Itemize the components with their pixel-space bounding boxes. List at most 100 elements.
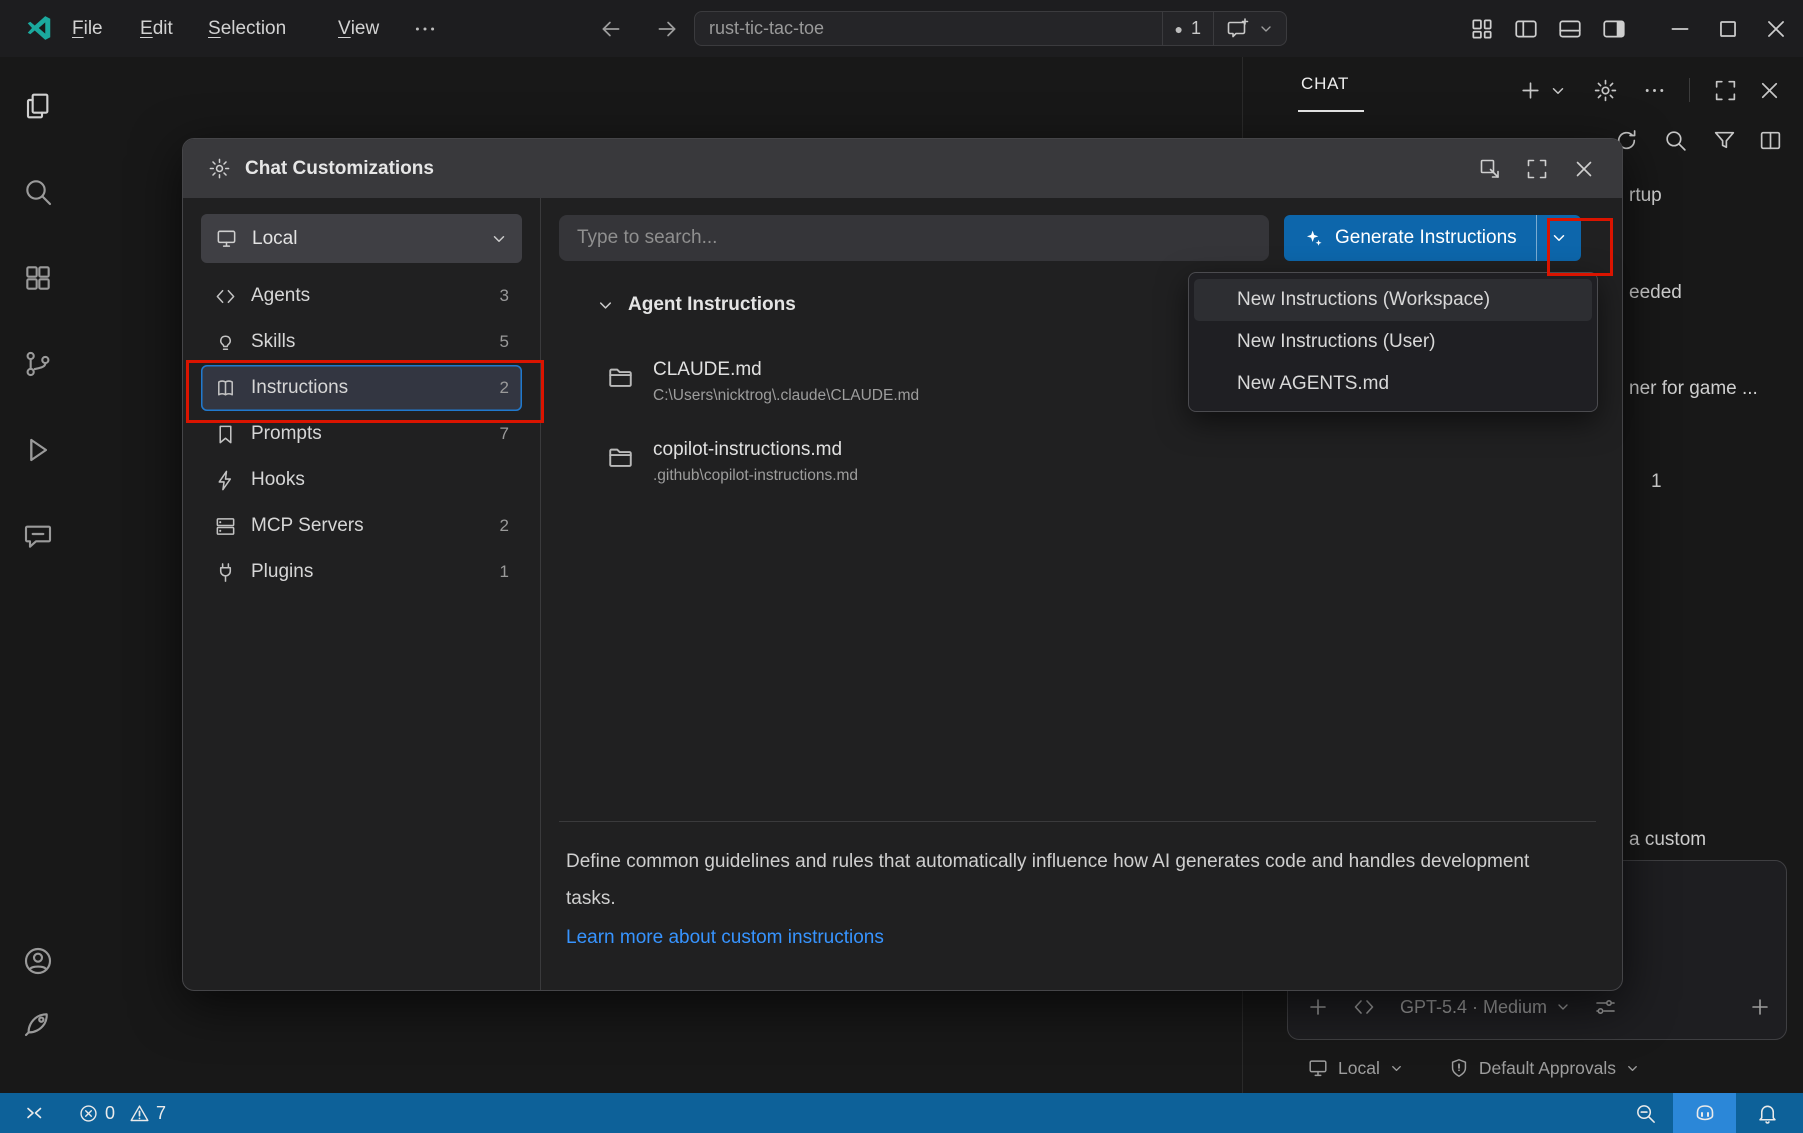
new-chat-icon[interactable] xyxy=(1518,78,1543,103)
sidebar-item-prompts[interactable]: Prompts 7 xyxy=(201,411,522,457)
title-bar: File Edit Selection View rust-tic-tac-to… xyxy=(0,0,1803,57)
chat-customizations-dialog: Chat Customizations Local Agents xyxy=(182,138,1623,991)
dialog-close-icon[interactable] xyxy=(1572,157,1596,181)
new-chat-dropdown-icon[interactable] xyxy=(1549,82,1567,100)
remote-window-icon[interactable] xyxy=(22,1101,46,1125)
menu-view[interactable]: View xyxy=(338,0,379,57)
window-close-icon[interactable] xyxy=(1763,16,1789,42)
tab-chat[interactable]: CHAT xyxy=(1301,74,1349,94)
copilot-status[interactable] xyxy=(1673,1093,1736,1133)
clipped-text-fragment: a custom xyxy=(1629,829,1706,851)
code-icon xyxy=(214,285,237,308)
folder-icon xyxy=(606,363,635,392)
sidebar-item-mcp-servers[interactable]: MCP Servers 2 xyxy=(201,503,522,549)
toggle-panel-icon[interactable] xyxy=(1557,16,1583,42)
zoom-status-icon[interactable] xyxy=(1634,1102,1657,1125)
sidebar-item-hooks[interactable]: Hooks xyxy=(201,457,522,503)
approvals-picker[interactable]: Default Approvals xyxy=(1479,1058,1616,1079)
window-minimize-icon[interactable] xyxy=(1667,16,1693,42)
chat-search-icon[interactable] xyxy=(1663,128,1688,153)
monitor-icon xyxy=(1307,1057,1329,1079)
menu-file[interactable]: File xyxy=(72,0,103,57)
item-count: 2 xyxy=(500,378,509,398)
command-center-badge[interactable]: ● 1 xyxy=(1162,12,1213,45)
instruction-file-row[interactable]: CLAUDE.md C:\Users\nicktrog\.claude\CLAU… xyxy=(606,358,919,406)
generate-instructions-button[interactable]: Generate Instructions xyxy=(1284,215,1536,261)
generate-instructions-dropdown-button[interactable] xyxy=(1536,215,1581,261)
sparkle-icon xyxy=(1303,228,1324,249)
run-debug-icon[interactable] xyxy=(22,434,54,466)
chat-filter-icon[interactable] xyxy=(1712,128,1737,153)
toggle-secondary-sidebar-icon[interactable] xyxy=(1601,16,1627,42)
chevron-down-icon xyxy=(490,230,508,248)
model-settings-icon[interactable] xyxy=(1593,995,1617,1019)
customize-layout-icon[interactable] xyxy=(1469,16,1495,42)
chevron-down-icon xyxy=(1625,1061,1640,1076)
warning-icon xyxy=(129,1103,150,1124)
toggle-primary-sidebar-icon[interactable] xyxy=(1513,16,1539,42)
rocket-icon[interactable] xyxy=(22,1007,54,1039)
extensions-icon[interactable] xyxy=(22,262,54,294)
chat-close-icon[interactable] xyxy=(1757,78,1782,103)
sidebar-item-agents[interactable]: Agents 3 xyxy=(201,273,522,319)
plug-icon xyxy=(214,561,237,584)
tab-active-underline xyxy=(1298,110,1364,112)
problems-status[interactable]: 0 7 xyxy=(78,1103,166,1124)
explorer-icon[interactable] xyxy=(22,90,54,122)
chat-maximize-icon[interactable] xyxy=(1713,78,1738,103)
window-maximize-icon[interactable] xyxy=(1715,16,1741,42)
command-center-chat[interactable] xyxy=(1213,12,1286,45)
dialog-title: Chat Customizations xyxy=(245,158,434,180)
chat-icon[interactable] xyxy=(22,520,54,552)
file-name: copilot-instructions.md xyxy=(653,438,858,462)
search-input[interactable] xyxy=(559,215,1269,261)
menu-more-icon[interactable] xyxy=(412,16,438,42)
sidebar-item-label: Prompts xyxy=(251,423,322,445)
chat-split-icon[interactable] xyxy=(1758,128,1783,153)
search-icon[interactable] xyxy=(22,176,54,208)
source-control-icon[interactable] xyxy=(22,348,54,380)
chat-more-icon[interactable] xyxy=(1642,78,1667,103)
source-select[interactable]: Local xyxy=(201,214,522,263)
gear-icon xyxy=(208,157,231,180)
menu-item-new-agents-md[interactable]: New AGENTS.md xyxy=(1194,363,1592,405)
dialog-nav: Agents 3 Skills 5 Instructions 2 xyxy=(183,273,540,595)
chevron-down-icon xyxy=(1389,1061,1404,1076)
section-collapse-icon[interactable] xyxy=(596,296,615,315)
chat-input-toolbar: GPT-5.4 · Medium xyxy=(1306,987,1772,1027)
generate-instructions-split-button: Generate Instructions xyxy=(1284,215,1581,261)
dialog-header: Chat Customizations xyxy=(183,139,1622,198)
sidebar-item-instructions[interactable]: Instructions 2 xyxy=(201,365,522,411)
source-select-value: Local xyxy=(252,228,297,250)
sidebar-item-plugins[interactable]: Plugins 1 xyxy=(201,549,522,595)
separator xyxy=(1689,78,1690,102)
chat-send-plus-icon[interactable] xyxy=(1748,995,1772,1019)
command-center[interactable]: rust-tic-tac-toe ● 1 xyxy=(694,11,1287,46)
warning-count: 7 xyxy=(156,1103,166,1124)
accounts-icon[interactable] xyxy=(22,945,54,977)
navigate-forward-icon[interactable] xyxy=(654,16,680,42)
sidebar-item-skills[interactable]: Skills 5 xyxy=(201,319,522,365)
menu-item-new-instructions-workspace[interactable]: New Instructions (Workspace) xyxy=(1194,279,1592,321)
instruction-file-row[interactable]: copilot-instructions.md .github\copilot-… xyxy=(606,438,858,486)
sidebar-item-label: Skills xyxy=(251,331,295,353)
notifications-bell-icon[interactable] xyxy=(1756,1102,1779,1125)
menu-edit[interactable]: Edit xyxy=(140,0,173,57)
add-context-icon[interactable] xyxy=(1306,995,1330,1019)
model-picker[interactable]: GPT-5.4 · Medium xyxy=(1400,997,1571,1018)
menu-item-new-instructions-user[interactable]: New Instructions (User) xyxy=(1194,321,1592,363)
environment-picker[interactable]: Local xyxy=(1338,1058,1380,1079)
learn-more-link[interactable]: Learn more about custom instructions xyxy=(566,927,884,949)
menu-selection[interactable]: Selection xyxy=(208,0,286,57)
dialog-maximize-icon[interactable] xyxy=(1525,157,1549,181)
section-header: Agent Instructions xyxy=(596,294,796,316)
navigate-back-icon[interactable] xyxy=(598,16,624,42)
open-in-editor-icon[interactable] xyxy=(1478,157,1502,181)
chat-settings-icon[interactable] xyxy=(1593,78,1618,103)
vscode-window: File Edit Selection View rust-tic-tac-to… xyxy=(0,0,1803,1133)
footer-divider xyxy=(559,821,1596,822)
chat-environment-row: Local Default Approvals xyxy=(1307,1050,1640,1086)
copilot-icon xyxy=(1693,1101,1717,1125)
agent-mode-icon[interactable] xyxy=(1352,995,1376,1019)
vscode-logo-icon xyxy=(24,13,54,43)
